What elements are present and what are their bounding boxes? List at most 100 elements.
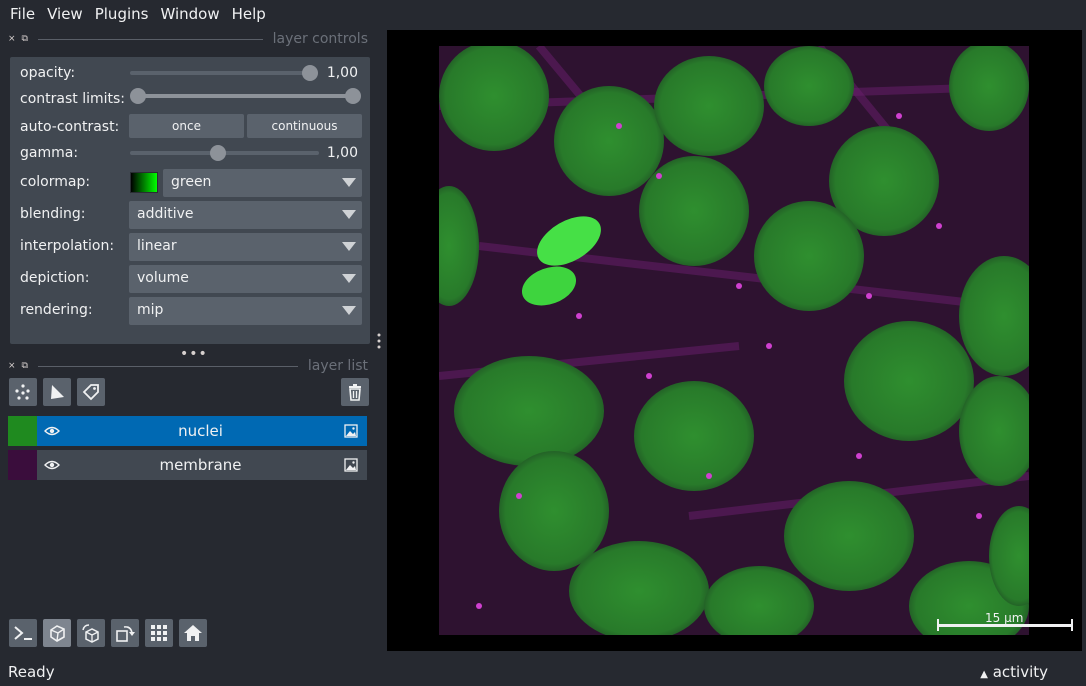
image-layer-icon: [344, 458, 358, 472]
layer-controls-titlebar: ⨯ ⧉ layer controls: [8, 30, 368, 48]
image-layer-icon: [344, 424, 358, 438]
colormap-dropdown[interactable]: green: [163, 169, 362, 197]
rotate-cube-icon: [82, 624, 99, 643]
side-splitter-handle[interactable]: [376, 332, 382, 350]
titlebar-divider: [37, 365, 298, 367]
tag-icon: [82, 384, 99, 401]
depiction-value: volume: [137, 270, 189, 286]
contrast-high-handle[interactable]: [345, 88, 361, 104]
chevron-up-icon: ▲: [980, 669, 988, 680]
chevron-down-icon: [342, 178, 356, 187]
layer-thumbnail: [8, 450, 37, 480]
layer-list-titlebar: ⨯ ⧉ layer list: [8, 357, 368, 375]
transpose-icon: [116, 626, 135, 642]
microscopy-image: [439, 46, 1029, 635]
depiction-label: depiction:: [20, 270, 90, 286]
status-text: Ready: [8, 663, 55, 681]
layer-name[interactable]: nuclei: [68, 422, 333, 440]
chevron-down-icon: [342, 210, 356, 219]
menu-window[interactable]: Window: [154, 5, 225, 23]
dock-float-icon[interactable]: ⧉: [22, 34, 28, 44]
contrast-limits-label: contrast limits:: [20, 91, 125, 107]
eye-icon[interactable]: [44, 459, 60, 471]
rendering-value: mip: [137, 302, 164, 318]
new-shapes-layer-button[interactable]: [43, 378, 71, 406]
viewer-canvas[interactable]: 15 µm: [387, 30, 1082, 651]
gamma-label: gamma:: [20, 145, 79, 161]
colormap-value: green: [171, 174, 212, 190]
depiction-row: depiction: volume: [10, 264, 370, 294]
colormap-swatch: [130, 172, 158, 193]
interpolation-row: interpolation: linear: [10, 232, 370, 262]
gamma-value: 1,00: [326, 145, 358, 161]
scale-bar: 15 µm: [937, 611, 1073, 631]
grid-icon: [151, 625, 167, 641]
gamma-row: gamma: 1,00: [10, 139, 370, 169]
activity-label: activity: [992, 663, 1048, 681]
rendering-label: rendering:: [20, 302, 93, 318]
contrast-low-handle[interactable]: [130, 88, 146, 104]
layer-controls-panel: opacity: 1,00 contrast limits: auto-cont…: [10, 57, 370, 344]
blending-dropdown[interactable]: additive: [129, 201, 362, 229]
shapes-icon: [51, 385, 64, 399]
layer-row-membrane[interactable]: membrane: [8, 450, 367, 480]
layer-name[interactable]: membrane: [68, 456, 333, 474]
transpose-dimensions-button[interactable]: [111, 619, 139, 647]
status-bar: Ready ▲ activity: [0, 658, 1086, 686]
colormap-label: colormap:: [20, 174, 91, 190]
opacity-value: 1,00: [326, 65, 358, 81]
contrast-limits-slider[interactable]: [138, 94, 354, 98]
toggle-ndisplay-button[interactable]: [43, 619, 71, 647]
cell-image-render: [439, 46, 1029, 635]
scale-bar-label: 15 µm: [985, 611, 1024, 625]
points-icon: [15, 384, 30, 400]
console-button[interactable]: [9, 619, 37, 647]
dock-close-icon[interactable]: ⨯: [8, 34, 16, 44]
new-labels-layer-button[interactable]: [77, 378, 105, 406]
scale-bar-tick: [1071, 619, 1073, 631]
layer-list-title: layer list: [307, 358, 368, 374]
dock-close-icon[interactable]: ⨯: [8, 361, 16, 371]
trash-icon: [349, 384, 361, 401]
home-icon: [184, 625, 202, 641]
interpolation-dropdown[interactable]: linear: [129, 233, 362, 261]
chevron-down-icon: [342, 242, 356, 251]
blending-value: additive: [137, 206, 194, 222]
menu-help[interactable]: Help: [226, 5, 272, 23]
opacity-label: opacity:: [20, 65, 76, 81]
auto-contrast-continuous-button[interactable]: continuous: [247, 114, 362, 138]
rendering-dropdown[interactable]: mip: [129, 297, 362, 325]
blending-row: blending: additive: [10, 200, 370, 230]
opacity-slider[interactable]: [130, 71, 310, 75]
reset-view-button[interactable]: [179, 619, 207, 647]
grid-view-button[interactable]: [145, 619, 173, 647]
opacity-slider-handle[interactable]: [302, 65, 318, 81]
activity-button[interactable]: ▲ activity: [980, 663, 1048, 681]
colormap-row: colormap: green: [10, 168, 370, 198]
scale-bar-tick: [937, 619, 939, 631]
chevron-down-icon: [342, 306, 356, 315]
dock-float-icon[interactable]: ⧉: [22, 361, 28, 371]
eye-icon[interactable]: [44, 425, 60, 437]
new-points-layer-button[interactable]: [9, 378, 37, 406]
auto-contrast-once-button[interactable]: once: [129, 114, 244, 138]
depiction-dropdown[interactable]: volume: [129, 265, 362, 293]
layer-row-nuclei[interactable]: nuclei: [8, 416, 367, 446]
blending-label: blending:: [20, 206, 86, 222]
menu-file[interactable]: File: [4, 5, 41, 23]
menu-bar: File View Plugins Window Help: [0, 0, 1086, 28]
layer-thumbnail: [8, 416, 37, 446]
delete-layer-button[interactable]: [341, 378, 369, 406]
layer-controls-title: layer controls: [272, 31, 368, 47]
terminal-icon: [14, 626, 32, 640]
rendering-row: rendering: mip: [10, 296, 370, 326]
titlebar-divider: [37, 38, 263, 40]
roll-dimensions-button[interactable]: [77, 619, 105, 647]
menu-view[interactable]: View: [41, 5, 89, 23]
menu-plugins[interactable]: Plugins: [89, 5, 155, 23]
contrast-limits-row: contrast limits:: [10, 85, 370, 115]
gamma-slider-handle[interactable]: [209, 145, 226, 161]
interpolation-value: linear: [137, 238, 177, 254]
cube-3d-icon: [50, 625, 65, 642]
auto-contrast-label: auto-contrast:: [20, 119, 120, 135]
